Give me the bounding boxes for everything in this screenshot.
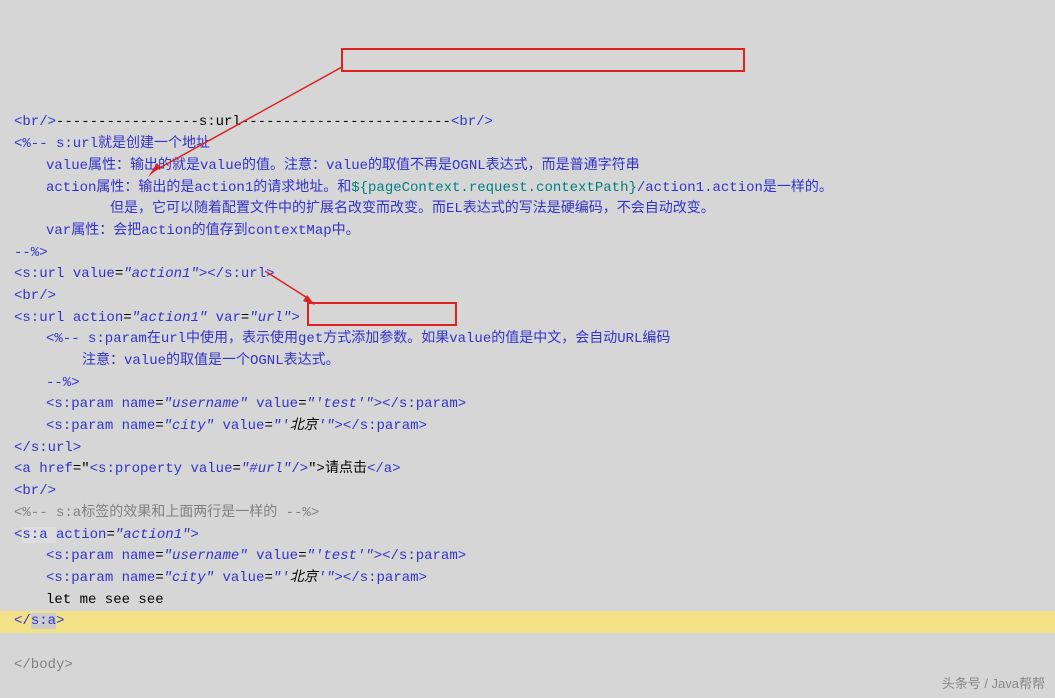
c5: var属性：会把action的值存到contextMap中。 [14,221,360,243]
annotation-box-1 [341,48,745,72]
annotation-box-2 [307,302,457,326]
param4: <s:param name="city" value="'北京'"></s:pa… [14,570,427,586]
p3: --%> [14,373,80,395]
sa-close: </s:a> [0,611,1055,633]
param2: <s:param name="city" value="'北京'"></s:pa… [14,418,427,434]
c3: action属性：输出的是action1的请求地址。和${pageContext… [14,180,833,196]
url1: <s:url value="action1"></s:url> [14,266,275,282]
l1: <br/>-----------------s:url-------------… [14,114,493,130]
c4: 但是，它可以随着配置文件中的扩展名改变而改变。而EL表达式的写法是硬编码，不会自… [14,199,715,221]
sa-open: <s:a action="action1"> [14,527,199,543]
param1: <s:param name="username" value="'test'">… [14,396,466,412]
c2: value属性：输出的就是value的值。注意：value的取值不再是OGNL表… [14,156,640,178]
body-close: </body> [14,657,73,673]
url2: <s:url action="action1" var="url"> [14,310,300,326]
c6: --%> [14,245,48,261]
code-block: <br/>-----------------s:url-------------… [0,0,1055,698]
text: let me see see [14,590,164,612]
br1: <br/> [14,288,56,304]
p2: 注意：value的取值是一个OGNL表达式。 [14,351,340,373]
p1: <%-- s:param在url中使用，表示使用get方式添加参数。如果valu… [14,329,670,351]
close-url: </s:url> [14,440,81,456]
comment2: <%-- s:a标签的效果和上面两行是一样的 --%> [14,505,319,521]
watermark: 头条号 / Java帮帮 [942,674,1045,694]
param3: <s:param name="username" value="'test'">… [14,548,466,564]
a-tag: <a href="<s:property value="#url"/>">请点击… [14,461,401,477]
br2: <br/> [14,483,56,499]
c1: <%-- s:url就是创建一个地址 [14,136,210,152]
